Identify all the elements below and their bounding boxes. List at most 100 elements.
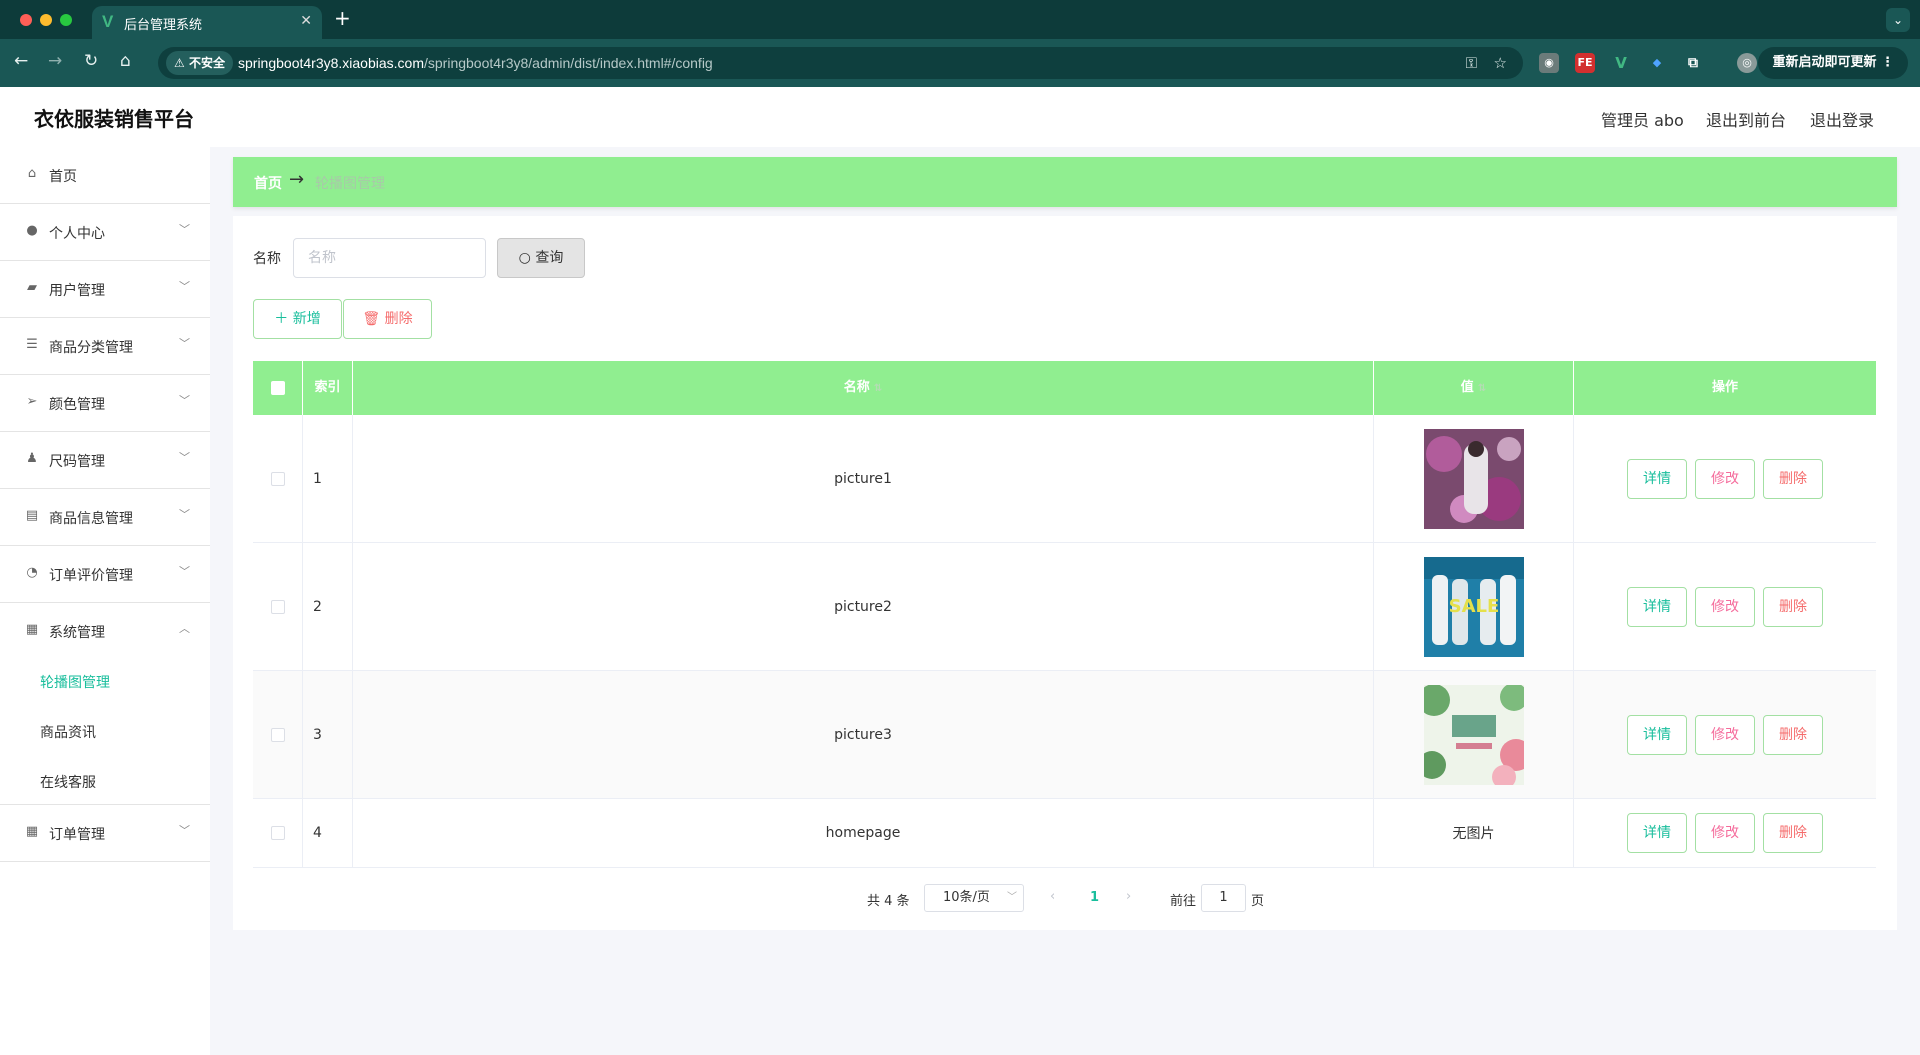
- sidebar-item-home[interactable]: ⌂ 首页: [0, 147, 210, 204]
- row-check-cell: [253, 799, 303, 867]
- edit-button[interactable]: 修改: [1695, 813, 1755, 853]
- sidebar-item-color-management[interactable]: ➢ 颜色管理 ﹀: [0, 375, 210, 432]
- tab-title: 后台管理系统: [124, 18, 203, 33]
- delete-button[interactable]: 删除: [1763, 458, 1823, 499]
- address-bar[interactable]: ⚠ 不安全 springboot4r3y8.xiaobias.com/sprin…: [158, 47, 1523, 79]
- row-index: 2: [303, 543, 353, 670]
- sidebar-item-size-management[interactable]: ♟ 尺码管理 ﹀: [0, 432, 210, 489]
- logout-link[interactable]: 退出登录: [1810, 107, 1874, 131]
- update-button[interactable]: 重新启动即可更新 ⋮: [1758, 47, 1908, 79]
- table-row: 3 picture3 详情 修改 删除: [253, 671, 1876, 799]
- extension-vue-icon[interactable]: V: [1611, 53, 1631, 73]
- vue-icon: V: [102, 12, 114, 31]
- chevron-down-icon: ﹀: [179, 565, 190, 578]
- exit-to-front-link[interactable]: 退出到前台: [1706, 107, 1786, 131]
- breadcrumb-home[interactable]: 首页: [254, 173, 282, 193]
- extension-gem-icon[interactable]: ◆: [1647, 53, 1667, 73]
- header-index: 索引: [303, 361, 353, 415]
- detail-button[interactable]: 详情: [1627, 714, 1687, 755]
- header-value[interactable]: 值 ⇅: [1374, 361, 1574, 415]
- goto-page-input[interactable]: 1: [1201, 884, 1246, 912]
- url-text[interactable]: springboot4r3y8.xiaobias.com/springboot4…: [238, 55, 713, 71]
- search-label: 名称: [253, 251, 281, 267]
- browser-tab[interactable]: V 后台管理系统 ✕: [92, 6, 322, 39]
- row-checkbox[interactable]: [270, 471, 285, 486]
- sidebar-item-order-review[interactable]: ◔ 订单评价管理 ﹀: [0, 546, 210, 603]
- next-page-icon[interactable]: ›: [1126, 889, 1131, 904]
- extensions-puzzle-icon[interactable]: ⧉: [1683, 53, 1703, 73]
- prev-page-icon[interactable]: ‹: [1050, 889, 1055, 904]
- detail-button[interactable]: 详情: [1627, 458, 1687, 499]
- extension-owl-icon[interactable]: ◉: [1539, 53, 1559, 73]
- person-icon: ♟: [26, 451, 38, 466]
- sidebar-item-category-management[interactable]: ☰ 商品分类管理 ﹀: [0, 318, 210, 375]
- page-size-select[interactable]: 10条/页 ﹀: [924, 884, 1024, 912]
- row-checkbox[interactable]: [270, 599, 285, 614]
- row-check-cell: [253, 415, 303, 542]
- detail-button[interactable]: 详情: [1627, 813, 1687, 853]
- close-window-button[interactable]: [20, 14, 32, 26]
- table-header: 索引 名称 ⇅ 值 ⇅ 操作: [253, 361, 1876, 415]
- sidebar-item-order-management[interactable]: ▦ 订单管理 ﹀: [0, 805, 210, 862]
- row-value: [1374, 671, 1574, 798]
- pagination-total: 共 4 条: [867, 894, 910, 909]
- row-index: 1: [303, 415, 353, 542]
- insecure-badge[interactable]: ⚠ 不安全: [166, 51, 233, 75]
- back-icon[interactable]: ←: [14, 51, 28, 71]
- sidebar-subitem-news[interactable]: 商品资讯: [40, 722, 96, 742]
- star-icon[interactable]: ☆: [1494, 54, 1507, 72]
- batch-delete-button[interactable]: 🗑 删除: [343, 299, 432, 339]
- sidebar-subitem-carousel[interactable]: 轮播图管理: [40, 672, 110, 692]
- chevron-down-icon: ﹀: [179, 337, 190, 350]
- message-icon: ▤: [25, 508, 39, 523]
- search-input[interactable]: [293, 238, 486, 278]
- carousel-thumbnail[interactable]: [1423, 428, 1524, 529]
- select-all-header: [253, 361, 303, 415]
- key-icon[interactable]: ⚿: [1466, 54, 1477, 72]
- close-icon[interactable]: ✕: [300, 13, 312, 29]
- edit-button[interactable]: 修改: [1695, 458, 1755, 499]
- header-name[interactable]: 名称 ⇅: [353, 361, 1374, 415]
- sidebar: ⌂ 首页 ● 个人中心 ﹀ ▰ 用户管理 ﹀ ☰ 商品分类管理 ﹀ ➢ 颜色管理…: [0, 147, 210, 1055]
- delete-button[interactable]: 删除: [1763, 586, 1823, 627]
- detail-button[interactable]: 详情: [1627, 586, 1687, 627]
- profile-avatar-icon[interactable]: ◎: [1737, 53, 1757, 73]
- carousel-thumbnail[interactable]: [1423, 684, 1524, 785]
- sidebar-item-user-management[interactable]: ▰ 用户管理 ﹀: [0, 261, 210, 318]
- sort-icon[interactable]: ⇅: [874, 383, 882, 394]
- maximize-window-button[interactable]: [60, 14, 72, 26]
- tab-search-icon[interactable]: ⌄: [1886, 8, 1910, 32]
- select-all-checkbox[interactable]: [271, 381, 285, 395]
- delete-button[interactable]: 删除: [1763, 813, 1823, 853]
- extension-fe-icon[interactable]: FE: [1575, 53, 1595, 73]
- row-name: homepage: [353, 799, 1374, 867]
- page-number-current[interactable]: 1: [1090, 890, 1099, 905]
- row-checkbox[interactable]: [270, 826, 285, 840]
- table-row: 1 picture1 详情 修改 删除: [253, 415, 1876, 543]
- row-value-text: 无图片: [1374, 799, 1574, 867]
- sidebar-item-personal-center[interactable]: ● 个人中心 ﹀: [0, 204, 210, 261]
- home-icon[interactable]: ⌂: [120, 51, 131, 71]
- edit-button[interactable]: 修改: [1695, 714, 1755, 755]
- edit-button[interactable]: 修改: [1695, 586, 1755, 627]
- reload-icon[interactable]: ↻: [84, 51, 98, 71]
- forward-icon[interactable]: →: [48, 51, 62, 71]
- carousel-thumbnail[interactable]: SALE: [1423, 556, 1524, 657]
- query-button[interactable]: ○ 查询: [497, 238, 585, 278]
- svg-text:SALE: SALE: [1448, 596, 1499, 617]
- table-row: 2 picture2 SALE 详情 修改 删除: [253, 543, 1876, 671]
- row-checkbox[interactable]: [270, 727, 285, 742]
- url-host: springboot4r3y8.xiaobias.com: [238, 55, 424, 71]
- add-button[interactable]: ＋ 新增: [253, 299, 342, 339]
- new-tab-icon[interactable]: +: [334, 6, 351, 30]
- sidebar-item-system-management[interactable]: ▦ 系统管理 ︿ 轮播图管理 商品资讯 在线客服: [0, 603, 210, 805]
- sidebar-item-product-info[interactable]: ▤ 商品信息管理 ﹀: [0, 489, 210, 546]
- sidebar-subitem-online-service[interactable]: 在线客服: [40, 772, 96, 792]
- breadcrumb-current: 轮播图管理: [315, 176, 385, 192]
- minimize-window-button[interactable]: [40, 14, 52, 26]
- sort-icon[interactable]: ⇅: [1478, 383, 1486, 394]
- admin-user-label: 管理员 abo: [1601, 111, 1684, 130]
- arrow-right-icon: →: [289, 169, 305, 190]
- delete-button[interactable]: 删除: [1763, 714, 1823, 755]
- document-icon: ▦: [25, 622, 39, 637]
